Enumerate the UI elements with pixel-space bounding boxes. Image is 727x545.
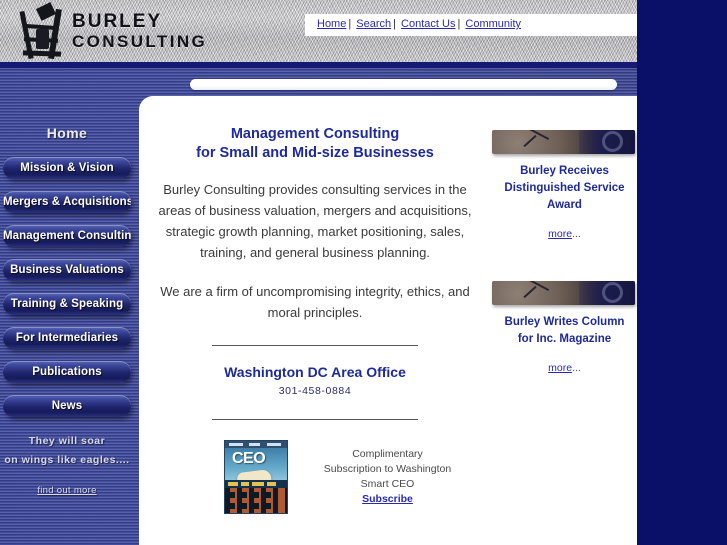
page-title: Management Consulting for Small and Mid-… xyxy=(150,125,480,163)
masthead: BURLEY CONSULTING Home | Search | Contact … xyxy=(0,0,637,62)
promo-more-link-column[interactable]: more xyxy=(548,362,572,374)
sidebar-item-publications[interactable]: Publications xyxy=(3,361,131,383)
promo-more-award: more... xyxy=(492,228,637,240)
sidebar-item-news[interactable]: News xyxy=(3,395,131,417)
sidebar-item-for-intermediaries[interactable]: For Intermediaries xyxy=(3,327,131,349)
promo-card-column: Burley Writes Column for Inc. Magazine m… xyxy=(492,281,637,374)
topnav-separator-1: | xyxy=(348,18,352,30)
office-phone: 301-458-0884 xyxy=(278,385,352,397)
quote-line-2: on wings like eagles.... xyxy=(4,454,130,466)
office-name: Washington DC Area Office xyxy=(224,364,406,380)
subscription-line-1: Complimentary xyxy=(352,448,423,460)
site-logo[interactable]: BURLEY CONSULTING xyxy=(10,2,220,60)
divider-top xyxy=(212,345,418,346)
page-frame: BURLEY CONSULTING Home | Search | Contact … xyxy=(0,0,637,545)
promo-column-line-1: Burley Writes Column xyxy=(504,316,625,328)
subscription-line-3: Smart CEO xyxy=(360,478,415,490)
sidebar-item-mergers-acquisitions[interactable]: Mergers & Acquisitions xyxy=(3,191,131,213)
promo-column-line-2: for Inc. Magazine xyxy=(517,333,612,345)
page-title-line-1: Management Consulting xyxy=(230,126,400,142)
sidebar-item-training-speaking[interactable]: Training & Speaking xyxy=(3,293,131,315)
sidebar-item-management-consulting[interactable]: Management Consulting xyxy=(3,225,131,247)
site-wordmark: BURLEY CONSULTING xyxy=(72,12,207,52)
subscription-text: Complimentary Subscription to Washington… xyxy=(300,447,475,507)
intro-paragraph-1: Burley Consulting provides consulting se… xyxy=(158,182,472,260)
magazine-cover-image[interactable]: CEO xyxy=(224,440,288,514)
oil-derrick-icon xyxy=(18,2,70,60)
subscription-line-2: Subscription to Washington xyxy=(323,463,452,475)
topnav-item-community[interactable]: Community xyxy=(465,18,521,30)
promo-award-line-1: Burley Receives xyxy=(520,165,609,177)
quote-find-out-more-link[interactable]: find out more xyxy=(0,481,134,500)
clock-photo-icon xyxy=(492,130,635,154)
promo-more-suffix-column: ... xyxy=(572,362,581,374)
promo-more-link-award[interactable]: more xyxy=(548,228,572,240)
sidebar-item-home[interactable]: Home xyxy=(6,120,128,146)
intro-paragraph-2: We are a firm of uncompromising integrit… xyxy=(160,284,470,320)
logo-line-1: BURLEY xyxy=(72,11,163,32)
magazine-cover-title: CEO xyxy=(232,450,266,467)
divider-bottom xyxy=(212,419,418,420)
main-content: Management Consulting for Small and Mid-… xyxy=(150,125,480,438)
sidebar: Home Mission & Vision Mergers & Acquisit… xyxy=(0,68,134,545)
topnav-item-contact-us[interactable]: Contact Us xyxy=(401,18,455,30)
topnav-separator-2: | xyxy=(393,18,396,30)
logo-line-2: CONSULTING xyxy=(72,32,208,51)
top-nav-panel: Home | Search | Contact Us | Community xyxy=(305,14,637,36)
clock-photo-icon xyxy=(492,281,635,305)
topnav-item-home[interactable]: Home xyxy=(317,18,346,30)
topnav-item-search[interactable]: Search xyxy=(356,18,391,30)
subscribe-link[interactable]: Subscribe xyxy=(362,493,413,505)
promo-award-line-2: Distinguished Service xyxy=(504,182,625,194)
promo-award-line-3: Award xyxy=(547,199,582,211)
promo-more-column: more... xyxy=(492,362,637,374)
promo-title-column: Burley Writes Column for Inc. Magazine xyxy=(492,314,637,348)
content-pill-bar xyxy=(190,79,617,90)
subscription-block: CEO Complimentary Subscription to Washin… xyxy=(150,437,480,517)
sidebar-item-mission-vision[interactable]: Mission & Vision xyxy=(3,157,131,179)
promo-more-suffix-award: ... xyxy=(572,228,581,240)
quote-line-1: They will soar xyxy=(28,435,106,447)
sidebar-item-business-valuations[interactable]: Business Valuations xyxy=(3,259,131,281)
top-nav: Home | Search | Contact Us | Community xyxy=(317,18,521,30)
promo-title-award: Burley Receives Distinguished Service Aw… xyxy=(492,163,637,214)
promo-card-award: Burley Receives Distinguished Service Aw… xyxy=(492,130,637,240)
topnav-separator-3: | xyxy=(457,18,461,30)
page-title-line-2: for Small and Mid-size Businesses xyxy=(196,145,434,161)
sidebar-quote: They will soar on wings like eagles.... … xyxy=(0,432,134,500)
